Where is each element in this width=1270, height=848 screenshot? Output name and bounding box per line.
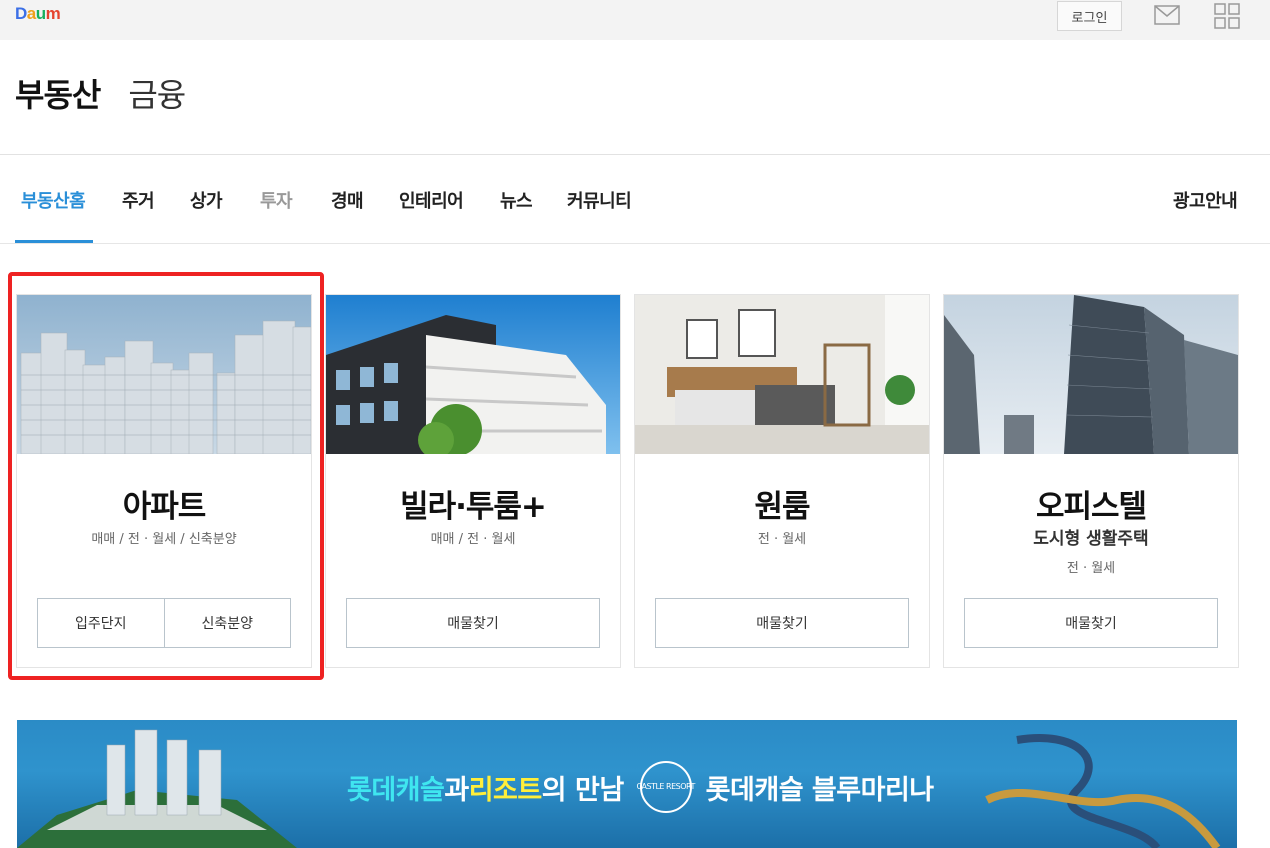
top-bar: Daum 로그인 (0, 0, 1270, 40)
move-in-complex-button[interactable]: 입주단지 (38, 599, 164, 647)
apartment-image (17, 295, 311, 454)
banner-text-bluemarina: 롯데캐슬 블루마리나 (705, 774, 934, 806)
card-title: 오피스텔 (1035, 489, 1147, 525)
nav-item-community[interactable]: 커뮤니티 (567, 187, 632, 213)
card-meta: 전 · 월세 (757, 532, 807, 547)
apps-grid-icon[interactable] (1214, 3, 1240, 29)
nav-item-investment[interactable]: 투자 (260, 187, 293, 213)
logo-letter: m (45, 4, 61, 23)
banner-text-and: 과 (444, 774, 469, 806)
card-meta: 매매 / 전 · 월세 / 신축분양 (91, 532, 237, 547)
card-meta: 전 · 월세 (1066, 561, 1116, 576)
section-tab-finance[interactable]: 금융 (128, 70, 186, 116)
find-listing-button[interactable]: 매물찾기 (965, 599, 1217, 647)
nav-item-news[interactable]: 뉴스 (500, 187, 533, 213)
nav-item-ad-info[interactable]: 광고안내 (1173, 187, 1238, 213)
nav-item-interior[interactable]: 인테리어 (399, 187, 464, 213)
castle-resort-badge: CASTLE RESORT (636, 761, 695, 813)
card-button-group: 입주단지 신축분양 (37, 598, 291, 648)
mail-icon[interactable] (1154, 5, 1180, 25)
banner-text-meeting: 의 만남 (541, 774, 624, 806)
card-oneroom[interactable]: 원룸 전 · 월세 매물찾기 (634, 294, 930, 668)
nav-item-residential[interactable]: 주거 (122, 187, 155, 213)
card-officetel[interactable]: 오피스텔 도시형 생활주택 전 · 월세 매물찾기 (943, 294, 1239, 668)
banner-text-lotte: 롯데캐슬 (347, 774, 445, 806)
new-sale-button[interactable]: 신축분양 (163, 599, 290, 647)
card-title: 원룸 (754, 489, 810, 525)
find-listing-button[interactable]: 매물찾기 (347, 599, 599, 647)
logo-letter: a (26, 4, 36, 23)
card-apartment[interactable]: 아파트 매매 / 전 · 월세 / 신축분양 입주단지 신축분양 (16, 294, 312, 668)
card-button-group: 매물찾기 (964, 598, 1218, 648)
ad-banner[interactable]: 롯데캐슬 과 리조트 의 만남 CASTLE RESORT 롯데캐슬 블루마리나 (17, 720, 1237, 848)
banner-headline: 롯데캐슬 과 리조트 의 만남 CASTLE RESORT 롯데캐슬 블루마리나 (347, 761, 934, 813)
card-title: 빌라·투룸+ (400, 489, 547, 525)
nav-item-home[interactable]: 부동산홈 (21, 187, 86, 213)
card-button-group: 매물찾기 (655, 598, 909, 648)
find-listing-button[interactable]: 매물찾기 (656, 599, 908, 647)
card-meta: 매매 / 전 · 월세 (430, 532, 516, 547)
card-title: 아파트 (122, 489, 207, 525)
card-villa[interactable]: 빌라·투룸+ 매매 / 전 · 월세 매물찾기 (325, 294, 621, 668)
logo-letter: D (15, 4, 27, 23)
card-button-group: 매물찾기 (346, 598, 600, 648)
officetel-image (944, 295, 1238, 454)
banner-text-resort: 리조트 (468, 774, 543, 806)
section-tabs: 부동산 금융 (15, 70, 213, 116)
main-nav: 부동산홈 주거 상가 투자 경매 인테리어 뉴스 커뮤니티 광고안내 (15, 155, 1255, 243)
daum-logo[interactable]: Daum (15, 3, 61, 25)
login-button[interactable]: 로그인 (1057, 1, 1122, 31)
divider (0, 243, 1270, 244)
villa-image (326, 295, 620, 454)
section-tab-realestate[interactable]: 부동산 (15, 70, 101, 116)
logo-letter: u (35, 4, 46, 23)
nav-item-auction[interactable]: 경매 (331, 187, 364, 213)
nav-item-commercial[interactable]: 상가 (190, 187, 223, 213)
oneroom-image (635, 295, 929, 454)
card-subtitle: 도시형 생활주택 (1033, 529, 1149, 549)
